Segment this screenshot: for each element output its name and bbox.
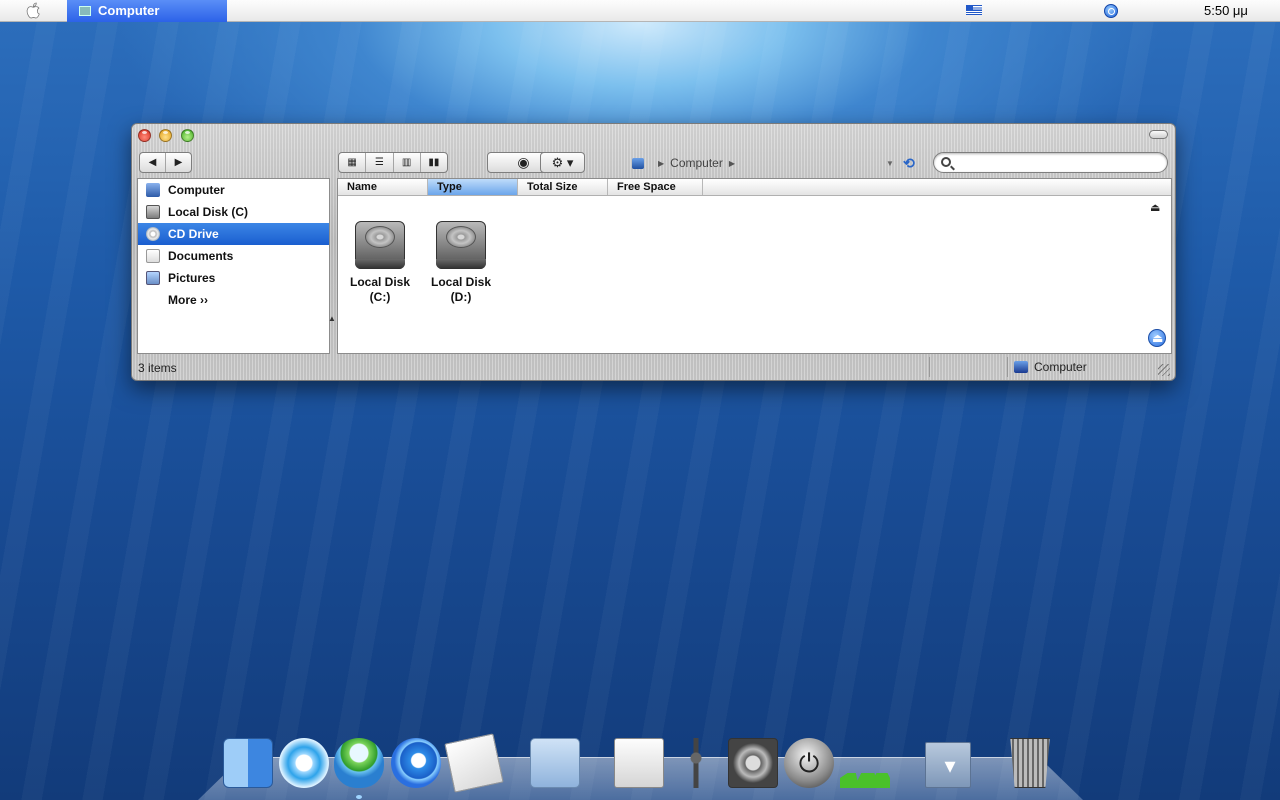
- file-label-line1: Local Disk: [349, 275, 411, 289]
- minimize-button[interactable]: [159, 129, 172, 142]
- dock-snipping-tool-icon[interactable]: [614, 738, 664, 788]
- dock-hardware-icon[interactable]: [671, 738, 721, 788]
- active-app-menu[interactable]: Computer: [67, 0, 227, 22]
- dock-finder-icon[interactable]: [223, 738, 273, 788]
- file-label-line2: (C:): [369, 290, 391, 304]
- sidebar-item-label: CD Drive: [168, 227, 219, 241]
- eject-button[interactable]: [1148, 329, 1166, 347]
- resize-grip[interactable]: [1158, 364, 1170, 376]
- file-label-line1: Local Disk: [430, 275, 492, 289]
- column-header-row: Name Type Total Size Free Space: [338, 179, 1171, 196]
- computer-icon: [632, 157, 644, 169]
- more-label: More: [168, 293, 197, 307]
- scroll-up-arrow-icon[interactable]: ▲: [328, 314, 336, 323]
- sidebar-item-label: Computer: [168, 183, 225, 197]
- hard-disk-icon: [146, 205, 160, 219]
- column-header-total-size[interactable]: Total Size: [518, 179, 608, 195]
- close-button[interactable]: [138, 129, 151, 142]
- sidebar-item-pictures[interactable]: Pictures: [138, 267, 329, 289]
- menu-bar: Computer 5:50 μμ: [0, 0, 1280, 22]
- navigation-buttons: ◀ ▶: [139, 152, 192, 173]
- documents-icon: [146, 249, 160, 263]
- status-divider: [929, 357, 930, 377]
- action-menu-button[interactable]: ⚙ ▾: [540, 152, 585, 173]
- clock[interactable]: 5:50 μμ: [1204, 0, 1248, 22]
- dock-itunes-icon[interactable]: [279, 738, 329, 788]
- sidebar-item-computer[interactable]: Computer: [138, 179, 329, 201]
- file-browser: Name Type Total Size Free Space ⏏ Local …: [337, 178, 1172, 354]
- apple-menu-icon[interactable]: [24, 1, 44, 20]
- sidebar: Computer Local Disk (C) CD Drive Documen…: [137, 178, 330, 354]
- column-header-type[interactable]: Type: [428, 179, 518, 195]
- chevron-right-icon: ▶: [658, 158, 665, 168]
- status-item-count: 3 items: [138, 361, 177, 375]
- icon-view-icon[interactable]: ▦: [339, 153, 365, 172]
- dock-text-editor-icon[interactable]: [444, 733, 504, 793]
- coverflow-view-icon[interactable]: ▮▮: [419, 153, 447, 172]
- sync-icon[interactable]: ⟲: [903, 155, 915, 172]
- file-item-local-disk-c[interactable]: Local Disk (C:): [340, 219, 420, 305]
- hard-disk-icon: [435, 219, 487, 271]
- view-switcher: ▦ ☰ ▥ ▮▮: [338, 152, 448, 173]
- file-item-local-disk-d[interactable]: Local Disk (D:): [421, 219, 501, 305]
- dock-internet-explorer-icon[interactable]: [391, 738, 441, 788]
- sidebar-item-documents[interactable]: Documents: [138, 245, 329, 267]
- file-label-line2: (D:): [450, 290, 472, 304]
- sidebar-item-cd-drive[interactable]: CD Drive: [138, 223, 329, 245]
- back-button[interactable]: ◀: [140, 153, 165, 172]
- search-icon: [941, 157, 951, 167]
- gear-icon: ⚙ ▾: [551, 154, 574, 170]
- computer-icon: [146, 183, 160, 197]
- chevron-right-icon: ▶: [728, 158, 735, 168]
- chevron-down-icon[interactable]: ▼: [886, 159, 894, 168]
- dock-system-preferences-icon[interactable]: [728, 738, 778, 788]
- forward-button[interactable]: ▶: [165, 153, 191, 172]
- sidebar-item-label: Pictures: [168, 271, 216, 285]
- computer-icon: [1014, 361, 1028, 373]
- sidebar-item-label: Documents: [168, 249, 234, 263]
- dock-shutdown-icon[interactable]: [784, 738, 834, 788]
- greek-flag-icon[interactable]: [966, 5, 982, 15]
- dock-running-indicator: [356, 795, 362, 799]
- sidebar-item-label: Local Disk (C): [168, 205, 249, 219]
- status-location-label: Computer: [1034, 360, 1087, 374]
- path-bar: ▶ Computer ▶: [632, 154, 741, 172]
- finder-window: ◀ ▶ ▦ ☰ ▥ ▮▮ ◉ ⚙ ▾ ▶ Computer ▶ ▼ ⟲ Comp…: [131, 123, 1176, 381]
- column-view-icon[interactable]: ▥: [392, 153, 420, 172]
- cd-icon: [146, 227, 160, 241]
- status-location: Computer: [1014, 360, 1087, 374]
- list-view-icon[interactable]: ☰: [365, 153, 392, 172]
- active-app-label: Computer: [98, 3, 160, 18]
- dock-trash-icon[interactable]: [1010, 738, 1050, 788]
- dock-folder-icon[interactable]: [530, 738, 580, 788]
- sidebar-item-local-disk-c[interactable]: Local Disk (C): [138, 201, 329, 223]
- wallpaper-rays: [0, 0, 1280, 800]
- dock-messenger-icon[interactable]: [334, 738, 384, 788]
- pictures-icon: [146, 271, 160, 285]
- dock-stack-icon[interactable]: [925, 742, 974, 789]
- toolbar-toggle-button[interactable]: [1149, 130, 1168, 139]
- double-chevron-right-icon: ››: [200, 293, 209, 307]
- zoom-button[interactable]: [181, 129, 194, 142]
- column-header-name[interactable]: Name: [338, 179, 428, 195]
- sidebar-more-link[interactable]: More ››: [138, 289, 329, 311]
- eject-icon[interactable]: ⏏: [1150, 201, 1160, 214]
- column-header-free-space[interactable]: Free Space: [608, 179, 703, 195]
- path-item-computer[interactable]: Computer: [670, 156, 723, 170]
- status-divider: [1007, 357, 1008, 377]
- search-input[interactable]: [956, 155, 1161, 170]
- spotlight-icon[interactable]: [1104, 4, 1118, 18]
- search-field[interactable]: [933, 152, 1168, 173]
- hard-disk-icon: [354, 219, 406, 271]
- computer-icon: [79, 6, 91, 16]
